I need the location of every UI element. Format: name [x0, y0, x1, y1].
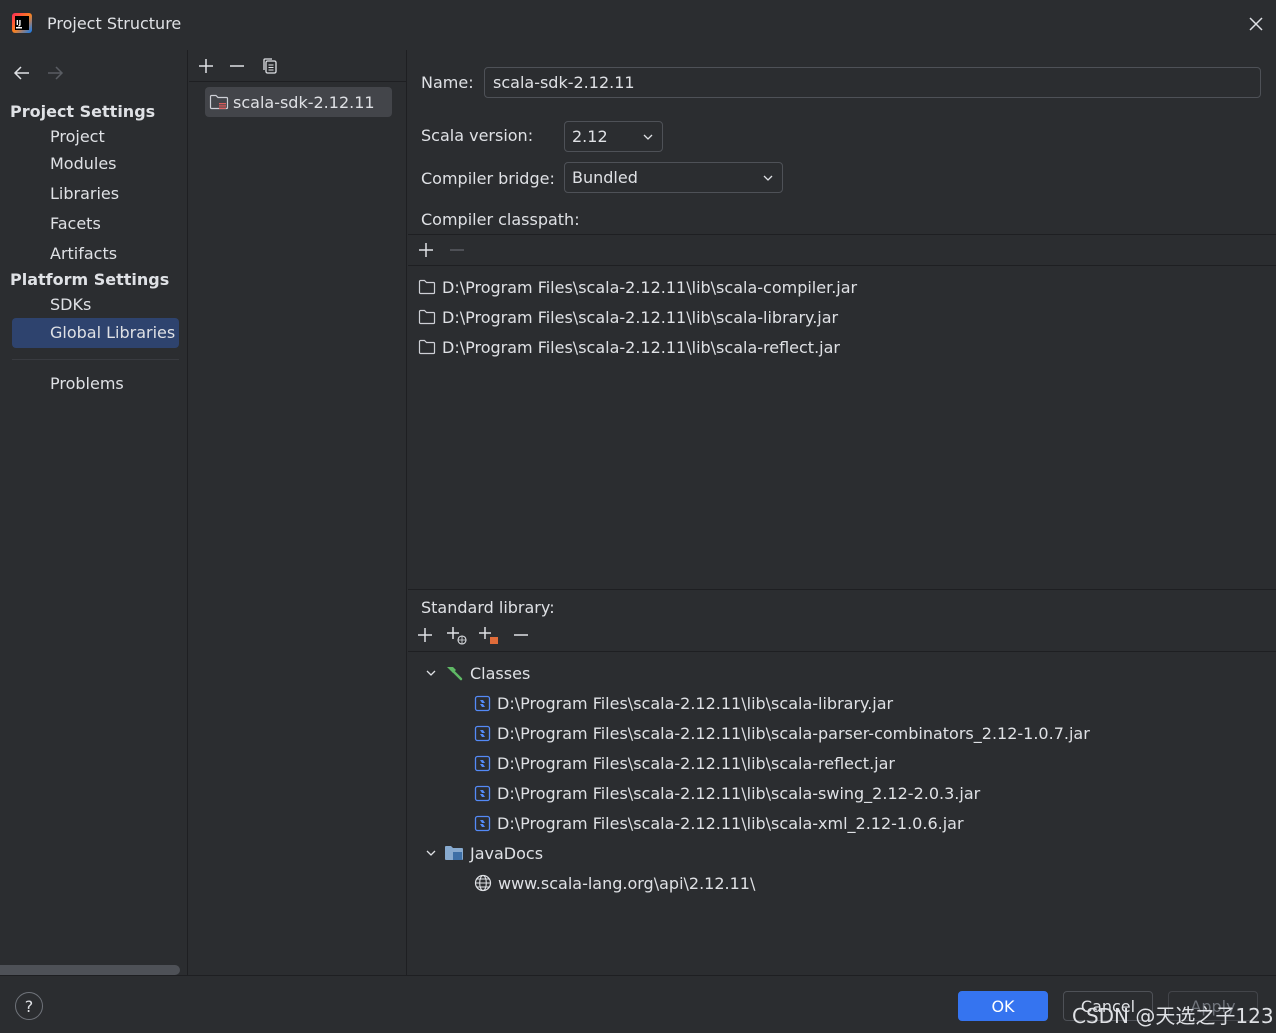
classpath-row[interactable]: D:\Program Files\scala-2.12.11\lib\scala… — [418, 274, 857, 300]
hammer-icon — [447, 667, 463, 681]
close-icon[interactable] — [1246, 14, 1266, 34]
plus-globe-icon — [447, 627, 467, 645]
sidebar-item-modules[interactable]: Modules — [12, 149, 179, 179]
sidebar-scrollbar[interactable] — [0, 965, 180, 975]
add-classpath-button[interactable] — [414, 238, 438, 262]
plus-icon — [419, 243, 433, 257]
library-item-label: scala-sdk-2.12.11 — [233, 92, 375, 112]
javadoc-url-row[interactable]: www.scala-lang.org\api\2.12.11\ — [474, 870, 755, 896]
minus-icon — [450, 249, 464, 251]
classpath-path: D:\Program Files\scala-2.12.11\lib\scala… — [442, 337, 840, 357]
add-standard-library-button[interactable] — [413, 623, 437, 647]
jar-icon — [474, 725, 491, 741]
folder-icon — [418, 309, 436, 325]
classpath-row[interactable]: D:\Program Files\scala-2.12.11\lib\scala… — [418, 304, 838, 330]
minus-icon — [514, 634, 528, 636]
chevron-down-icon — [426, 670, 436, 676]
sidebar-item-libraries[interactable]: Libraries — [12, 179, 179, 209]
globe-icon — [474, 874, 492, 892]
class-jar-path: D:\Program Files\scala-2.12.11\lib\scala… — [497, 723, 1090, 743]
library-list-toolbar — [189, 50, 407, 82]
name-label: Name: — [421, 73, 474, 92]
docs-folder-icon — [445, 846, 463, 860]
compiler-classpath-toolbar — [408, 234, 1276, 266]
tree-node-classes[interactable]: Classes — [424, 660, 530, 686]
plus-jar-icon — [479, 627, 498, 644]
jar-icon — [474, 785, 491, 801]
title-bar: IJ Project Structure — [0, 0, 1276, 50]
classpath-path: D:\Program Files\scala-2.12.11\lib\scala… — [442, 307, 839, 327]
section-platform-settings: Platform Settings — [10, 270, 170, 289]
javadoc-url: www.scala-lang.org\api\2.12.11\ — [498, 873, 756, 893]
javadocs-label: JavaDocs — [470, 843, 544, 863]
library-details-panel: Name: Scala version: 2.12 Compiler bridg… — [408, 50, 1276, 975]
compiler-bridge-value: Bundled — [572, 168, 638, 187]
class-jar-path: D:\Program Files\scala-2.12.11\lib\scala… — [497, 693, 894, 713]
chevron-down-icon — [643, 134, 653, 140]
plus-icon — [199, 59, 213, 73]
svg-text:IJ: IJ — [16, 19, 21, 27]
name-input[interactable] — [484, 67, 1261, 98]
sidebar-item-artifacts[interactable]: Artifacts — [12, 239, 179, 269]
intellij-logo-icon: IJ — [12, 13, 32, 33]
settings-sidebar: Project Settings Project Modules Librari… — [0, 50, 188, 975]
class-jar-path: D:\Program Files\scala-2.12.11\lib\scala… — [497, 753, 895, 773]
scala-version-label: Scala version: — [421, 126, 534, 145]
jar-icon — [474, 755, 491, 771]
remove-classpath-button[interactable] — [445, 238, 469, 262]
class-jar-row[interactable]: D:\Program Files\scala-2.12.11\lib\scala… — [474, 780, 980, 806]
class-jar-path: D:\Program Files\scala-2.12.11\lib\scala… — [497, 813, 964, 833]
ok-button[interactable]: OK — [958, 991, 1048, 1021]
class-jar-row[interactable]: D:\Program Files\scala-2.12.11\lib\scala… — [474, 810, 964, 836]
compiler-classpath-label: Compiler classpath: — [421, 210, 580, 229]
copy-library-button[interactable] — [258, 54, 282, 78]
class-jar-row[interactable]: D:\Program Files\scala-2.12.11\lib\scala… — [474, 750, 895, 776]
add-url-button[interactable] — [445, 623, 469, 647]
minus-icon — [230, 65, 244, 67]
class-jar-path: D:\Program Files\scala-2.12.11\lib\scala… — [497, 783, 981, 803]
folder-icon — [418, 339, 436, 355]
section-project-settings: Project Settings — [10, 102, 156, 121]
remove-library-button[interactable] — [225, 54, 249, 78]
copy-icon — [263, 58, 277, 74]
class-jar-row[interactable]: D:\Program Files\scala-2.12.11\lib\scala… — [474, 690, 893, 716]
folder-icon — [418, 279, 436, 295]
library-list-panel: scala-sdk-2.12.11 — [189, 50, 407, 975]
sidebar-item-project[interactable]: Project — [12, 122, 179, 152]
tree-node-javadocs[interactable]: JavaDocs — [424, 840, 543, 866]
standard-library-label: Standard library: — [421, 598, 555, 617]
classpath-path: D:\Program Files\scala-2.12.11\lib\scala… — [442, 277, 858, 297]
arrow-right-icon[interactable] — [44, 62, 66, 84]
compiler-bridge-label: Compiler bridge: — [421, 169, 555, 188]
remove-standard-library-button[interactable] — [509, 623, 533, 647]
classpath-row[interactable]: D:\Program Files\scala-2.12.11\lib\scala… — [418, 334, 840, 360]
library-item[interactable]: scala-sdk-2.12.11 — [205, 87, 392, 117]
add-jar-button[interactable] — [477, 623, 501, 647]
standard-library-toolbar — [408, 620, 1276, 652]
compiler-classpath-list: D:\Program Files\scala-2.12.11\lib\scala… — [408, 266, 1276, 590]
sidebar-item-problems[interactable]: Problems — [12, 369, 179, 399]
watermark-text: CSDN @天选之子123 — [1072, 1004, 1274, 1028]
sidebar-divider — [12, 359, 179, 360]
arrow-left-icon[interactable] — [11, 62, 33, 84]
compiler-bridge-dropdown[interactable]: Bundled — [564, 162, 783, 193]
classes-label: Classes — [470, 663, 531, 683]
library-folder-icon — [209, 94, 229, 110]
sidebar-item-facets[interactable]: Facets — [12, 209, 179, 239]
scala-version-value: 2.12 — [572, 127, 608, 146]
add-library-button[interactable] — [194, 54, 218, 78]
scala-version-dropdown[interactable]: 2.12 — [564, 121, 663, 152]
dialog-footer: ? OK Cancel Apply CSDN @天选之子123 — [0, 975, 1276, 1033]
help-button[interactable]: ? — [15, 992, 43, 1020]
chevron-down-icon — [426, 850, 436, 856]
jar-icon — [474, 695, 491, 711]
class-jar-row[interactable]: D:\Program Files\scala-2.12.11\lib\scala… — [474, 720, 1090, 746]
window-title: Project Structure — [47, 14, 182, 33]
jar-icon — [474, 815, 491, 831]
plus-icon — [418, 628, 432, 642]
chevron-down-icon — [763, 175, 773, 181]
sidebar-item-sdks[interactable]: SDKs — [12, 290, 179, 320]
sidebar-item-global-libraries[interactable]: Global Libraries — [12, 318, 179, 348]
